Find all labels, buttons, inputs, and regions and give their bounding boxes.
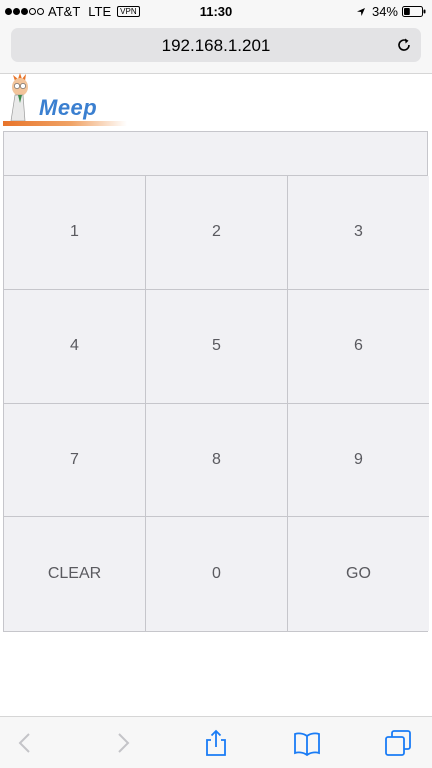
address-bar: 192.168.1.201: [0, 24, 432, 74]
key-1[interactable]: 1: [4, 176, 146, 290]
key-3[interactable]: 3: [288, 176, 429, 290]
meep-logo: Meep: [3, 73, 127, 129]
key-7[interactable]: 7: [4, 403, 146, 518]
location-arrow-icon: [356, 7, 365, 16]
keypad: 1 2 3 4 5 6 7 8 9 CLEAR 0 GO: [3, 175, 429, 632]
code-display: [3, 131, 428, 176]
screen: AT&T LTE VPN 11:30 34% 192.168.1.201 Mee…: [0, 0, 432, 768]
share-icon[interactable]: [202, 729, 230, 757]
battery-icon: [402, 6, 426, 17]
url-text[interactable]: 192.168.1.201: [11, 36, 421, 56]
tabs-icon[interactable]: [384, 729, 412, 757]
reload-icon[interactable]: [395, 36, 413, 54]
status-bar: AT&T LTE VPN 11:30 34%: [0, 0, 432, 24]
logo-text: Meep: [39, 95, 98, 120]
forward-icon[interactable]: [108, 729, 136, 757]
battery-percentage: 34%: [371, 4, 398, 19]
clear-button[interactable]: CLEAR: [4, 517, 146, 631]
key-5[interactable]: 5: [146, 289, 288, 404]
key-0[interactable]: 0: [146, 517, 288, 631]
key-6[interactable]: 6: [288, 289, 429, 404]
key-2[interactable]: 2: [146, 176, 288, 290]
url-field[interactable]: 192.168.1.201: [11, 28, 421, 62]
go-button[interactable]: GO: [288, 517, 429, 631]
beaker-mascot-icon: [10, 73, 28, 122]
key-8[interactable]: 8: [146, 403, 288, 518]
browser-toolbar: [0, 716, 432, 768]
bookmarks-icon[interactable]: [293, 729, 321, 757]
back-icon[interactable]: [12, 729, 40, 757]
key-9[interactable]: 9: [288, 403, 429, 518]
status-right: 34%: [356, 4, 426, 19]
key-4[interactable]: 4: [4, 289, 146, 404]
logo-underline: [3, 121, 127, 126]
